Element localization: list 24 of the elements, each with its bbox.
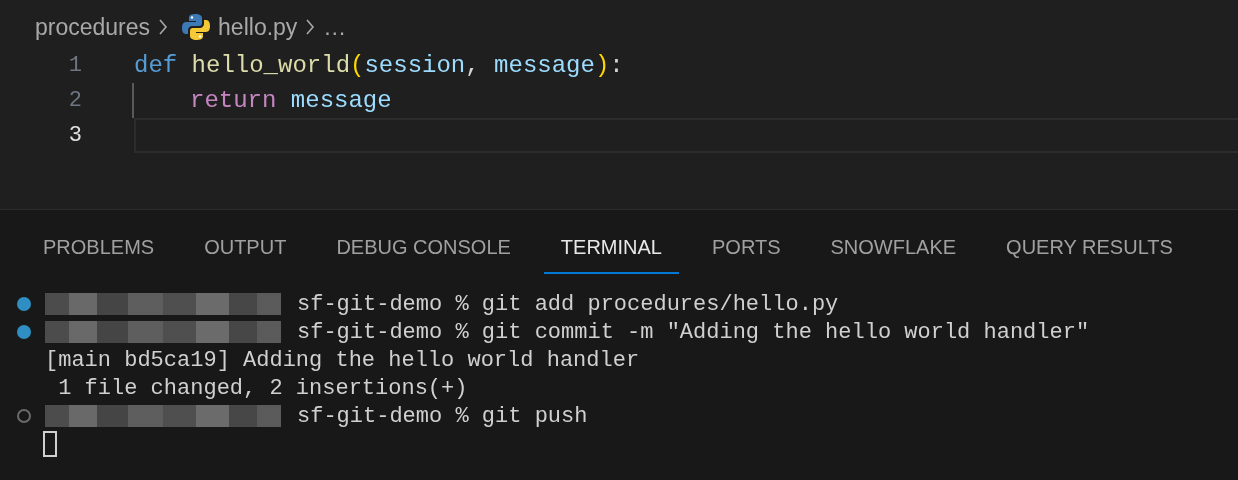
line-number: 2 <box>67 87 82 115</box>
python-file-icon <box>182 13 211 41</box>
chevron-icon <box>158 18 169 36</box>
panel-tab[interactable]: PORTS <box>695 232 798 274</box>
terminal-command: sf-git-demo % git add procedures/hello.py <box>297 290 839 319</box>
panel-tab[interactable]: OUTPUT <box>187 232 304 274</box>
terminal-cursor <box>43 431 57 457</box>
terminal-command: sf-git-demo % git commit -m "Adding the hello world handler" <box>297 318 1090 347</box>
panel-tab[interactable]: PROBLEMS <box>26 232 172 274</box>
terminal-output: [main bd5ca19] Adding the hello world handler <box>44 346 640 375</box>
breadcrumb-folder[interactable]: procedures <box>35 9 151 45</box>
terminal-command: sf-git-demo % git push <box>297 402 588 431</box>
panel-tab[interactable]: QUERY RESULTS <box>989 232 1190 274</box>
line-number: 3 <box>67 122 82 150</box>
panel-tab[interactable]: DEBUG CONSOLE <box>319 232 528 274</box>
panel-tab[interactable]: TERMINAL <box>543 232 679 274</box>
chevron-icon <box>305 18 316 36</box>
code-line: def hello_world(session, message): <box>134 50 624 81</box>
panel-tab[interactable]: SNOWFLAKE <box>813 232 974 274</box>
code-line: return message <box>190 85 392 116</box>
line-number: 1 <box>67 52 82 80</box>
breadcrumb-file[interactable]: hello.py <box>218 9 298 45</box>
breadcrumb-more[interactable]: … <box>323 9 347 45</box>
terminal-output: 1 file changed, 2 insertions(+) <box>57 374 468 403</box>
